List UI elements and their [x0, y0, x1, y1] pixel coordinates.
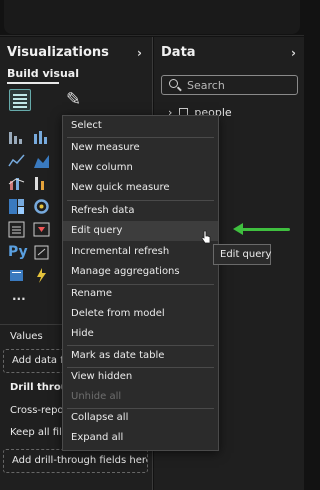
- stacked-bar-chart-icon[interactable]: [8, 129, 25, 146]
- edit-query-tooltip: Edit query: [213, 244, 271, 265]
- build-visual-icon[interactable]: [9, 89, 31, 111]
- menu-item-manage-aggregations[interactable]: Manage aggregations: [63, 262, 218, 282]
- visualizations-title: Visualizations: [7, 45, 109, 60]
- treemap-icon[interactable]: [8, 198, 25, 215]
- power-automate-icon[interactable]: [33, 267, 50, 284]
- menu-item-new-quick-measure[interactable]: New quick measure: [63, 178, 218, 198]
- menu-item-refresh-data[interactable]: Refresh data: [63, 201, 218, 221]
- values-heading: Values: [10, 331, 43, 342]
- menu-item-select[interactable]: Select: [63, 116, 218, 136]
- add-drill-through-fields-well[interactable]: Add drill-through fields here: [3, 449, 148, 473]
- menu-item-collapse-all[interactable]: Collapse all: [63, 408, 218, 428]
- gauge-icon[interactable]: [33, 198, 50, 215]
- data-search-input[interactable]: Search: [161, 75, 298, 95]
- search-icon: [169, 79, 178, 88]
- collapse-visualizations-chevron-icon[interactable]: ›: [137, 46, 142, 60]
- table-context-menu: Select New measure New column New quick …: [62, 115, 219, 451]
- ribbon-strip: [4, 0, 300, 34]
- menu-item-delete-from-model[interactable]: Delete from model: [63, 304, 218, 324]
- menu-item-mark-as-date-table[interactable]: Mark as date table: [63, 346, 218, 366]
- menu-item-rename[interactable]: Rename: [63, 284, 218, 304]
- table-visual-icon[interactable]: [8, 221, 25, 238]
- top-ribbon: [0, 0, 304, 36]
- python-visual-icon[interactable]: Py: [8, 244, 28, 261]
- area-chart-icon[interactable]: [33, 152, 50, 169]
- ribbon-chart-icon[interactable]: [33, 175, 50, 192]
- annotation-arrow-icon: [240, 228, 290, 231]
- menu-item-expand-all[interactable]: Expand all: [63, 428, 218, 448]
- data-title: Data: [161, 45, 196, 60]
- qa-visual-icon[interactable]: [33, 244, 50, 261]
- format-visual-brush-icon[interactable]: ✎: [66, 89, 81, 110]
- menu-item-incremental-refresh[interactable]: Incremental refresh: [63, 242, 218, 262]
- search-placeholder: Search: [187, 79, 225, 92]
- stacked-column-chart-icon[interactable]: [33, 129, 50, 146]
- line-clustered-column-icon[interactable]: [8, 175, 25, 192]
- menu-item-new-column[interactable]: New column: [63, 158, 218, 178]
- card-visual-icon[interactable]: [33, 221, 50, 238]
- collapse-data-chevron-icon[interactable]: ›: [291, 46, 296, 60]
- menu-item-hide[interactable]: Hide: [63, 324, 218, 344]
- line-chart-icon[interactable]: [8, 152, 25, 169]
- build-visual-tab[interactable]: Build visual: [7, 67, 79, 80]
- menu-item-unhide-all: Unhide all: [71, 391, 122, 402]
- more-visuals-ellipsis[interactable]: ...: [12, 289, 26, 303]
- menu-item-view-hidden[interactable]: View hidden: [63, 367, 218, 387]
- build-visual-underline: [7, 82, 59, 84]
- hand-cursor-icon: [201, 230, 211, 244]
- smart-narrative-icon[interactable]: [8, 267, 25, 284]
- cross-report-label: Cross-repor: [10, 405, 68, 416]
- menu-item-edit-query[interactable]: Edit query: [63, 221, 218, 241]
- menu-item-new-measure[interactable]: New measure: [63, 138, 218, 158]
